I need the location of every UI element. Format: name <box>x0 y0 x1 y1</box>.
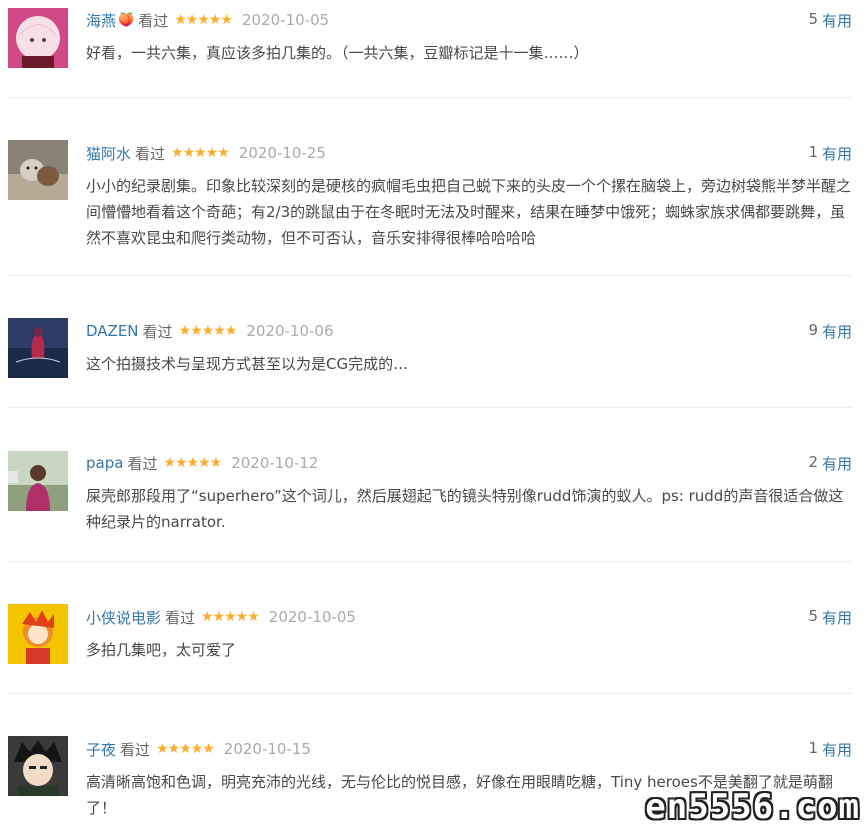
vote-count: 5 <box>808 9 818 28</box>
username-link[interactable]: 子夜 <box>86 739 116 760</box>
peach-badge-icon: 🍑 <box>118 12 135 28</box>
rating-stars: ★★★★★ <box>201 609 260 625</box>
watched-label: 看过 <box>142 322 173 341</box>
review-text: 多拍几集吧，太可爱了 <box>86 641 237 659</box>
divider <box>8 275 852 276</box>
rating-stars: ★★★★★ <box>156 741 215 757</box>
username-link[interactable]: papa <box>86 454 123 472</box>
useful-button[interactable]: 有用 <box>822 607 852 628</box>
vote-count: 1 <box>808 142 818 161</box>
watched-label: 看过 <box>165 608 196 627</box>
rating-stars: ★★★★★ <box>163 455 222 471</box>
useful-votes: 1 有用 <box>808 143 852 164</box>
watched-label: 看过 <box>120 740 151 759</box>
watched-label: 看过 <box>127 454 158 473</box>
avatar[interactable] <box>8 604 68 664</box>
divider <box>8 407 852 408</box>
divider <box>8 561 852 562</box>
review-text: 好看，一共六集，真应该多拍几集的。（一共六集，豆瓣标记是十一集……） <box>86 44 589 62</box>
avatar[interactable] <box>8 140 68 200</box>
vote-count: 1 <box>808 738 818 757</box>
useful-votes: 1 有用 <box>808 739 852 760</box>
useful-button[interactable]: 有用 <box>822 10 852 31</box>
watermark: en5556.com <box>645 787 860 827</box>
review-date: 2020-10-05 <box>268 608 356 626</box>
review-text: 这个拍摄技术与呈现方式甚至以为是CG完成的… <box>86 355 409 373</box>
avatar[interactable] <box>8 8 68 68</box>
useful-votes: 9 有用 <box>808 321 852 342</box>
useful-button[interactable]: 有用 <box>822 453 852 474</box>
username-link[interactable]: DAZEN <box>86 322 139 340</box>
avatar[interactable] <box>8 318 68 378</box>
vote-count: 9 <box>808 320 818 339</box>
review-date: 2020-10-15 <box>223 740 311 758</box>
useful-button[interactable]: 有用 <box>822 321 852 342</box>
review-text: 小小的纪录剧集。印象比较深刻的是硬核的疯帽毛虫把自己蜕下来的头皮一个个摞在脑袋上… <box>86 177 852 247</box>
watched-label: 看过 <box>135 144 166 163</box>
username-link[interactable]: 小侠说电影 <box>86 607 161 628</box>
divider <box>8 693 852 694</box>
rating-stars: ★★★★★ <box>171 145 230 161</box>
useful-votes: 5 有用 <box>808 607 852 628</box>
useful-votes: 2 有用 <box>808 453 852 474</box>
review-date: 2020-10-05 <box>241 11 330 29</box>
rating-stars: ★★★★★ <box>174 12 233 28</box>
vote-count: 2 <box>808 452 818 471</box>
avatar[interactable] <box>8 451 68 511</box>
username-link[interactable]: 海燕 <box>86 10 116 31</box>
review-text: 屎壳郎那段用了“superhero”这个词儿，然后展翅起飞的镜头特别像rudd饰… <box>86 487 844 531</box>
useful-button[interactable]: 有用 <box>822 143 852 164</box>
review-date: 2020-10-12 <box>231 454 319 472</box>
useful-votes: 5 有用 <box>808 10 852 31</box>
review-date: 2020-10-06 <box>246 322 334 340</box>
review-date: 2020-10-25 <box>238 144 326 162</box>
divider <box>8 97 852 98</box>
username-link[interactable]: 猫阿水 <box>86 143 131 164</box>
watched-label: 看过 <box>138 11 169 30</box>
avatar[interactable] <box>8 736 68 796</box>
vote-count: 5 <box>808 606 818 625</box>
rating-stars: ★★★★★ <box>178 323 238 339</box>
useful-button[interactable]: 有用 <box>822 739 852 760</box>
